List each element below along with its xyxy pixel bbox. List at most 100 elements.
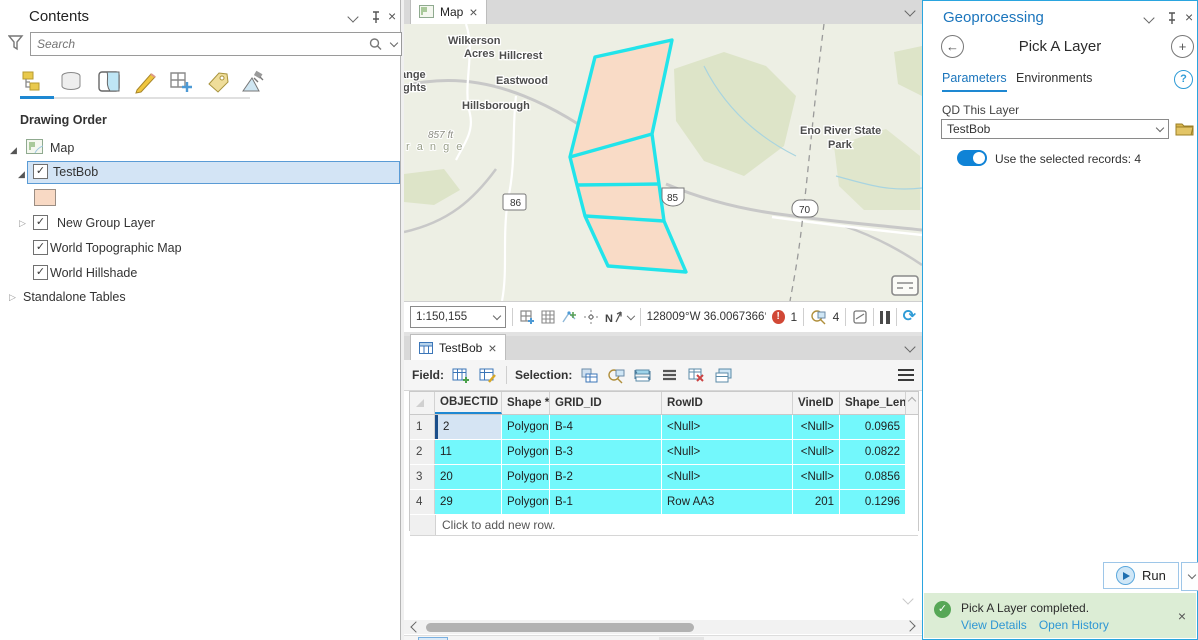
standalone-expander-icon[interactable]: ▷	[9, 293, 16, 302]
map-tab[interactable]: Map ×	[410, 0, 487, 24]
table-menu-icon[interactable]	[898, 369, 914, 381]
north-chevron-icon[interactable]	[627, 311, 635, 319]
col-header-vineid[interactable]: VineID	[793, 392, 840, 414]
open-history-link[interactable]: Open History	[1039, 618, 1109, 632]
select-all-icon[interactable]	[661, 367, 679, 384]
geo-close-icon[interactable]: ×	[1185, 10, 1193, 24]
clear-selection-icon[interactable]	[687, 367, 706, 384]
snap-crosshair-icon[interactable]	[583, 309, 598, 325]
list-by-selection-icon[interactable]	[96, 70, 122, 94]
testbob-table-tab[interactable]: TestBob ×	[410, 334, 506, 360]
map-tabstrip-chevron-icon[interactable]	[904, 5, 915, 16]
refresh-icon[interactable]: ⟳	[903, 309, 916, 325]
table-scroll-down-icon[interactable]	[902, 593, 913, 604]
north-arrow-icon[interactable]: N	[604, 309, 622, 326]
zoom-to-selection-icon[interactable]	[607, 367, 626, 384]
use-selected-toggle[interactable]	[957, 150, 987, 166]
tree-item-testbob-label[interactable]: TestBob	[53, 165, 98, 179]
hscroll-left-icon[interactable]	[410, 621, 421, 632]
table-tab-close-icon[interactable]: ×	[488, 341, 496, 355]
add-to-map-icon[interactable]	[168, 70, 196, 94]
tab-parameters[interactable]: Parameters	[942, 71, 1007, 92]
label-hillcrest: Hillcrest	[499, 50, 543, 62]
scale-combo[interactable]: 1:150,155	[410, 306, 506, 328]
table-row[interactable]: 1 2 Polygon B-4 <Null> <Null> 0.0965	[410, 415, 918, 440]
map-overflow-icon[interactable]	[892, 276, 918, 295]
search-options-chevron-icon[interactable]	[390, 38, 398, 46]
col-header-gridid[interactable]: GRID_ID	[550, 392, 662, 414]
map-expander-icon[interactable]: ◢	[10, 142, 17, 156]
group-checkbox[interactable]: ✓	[33, 215, 48, 230]
table-scroll-up-icon[interactable]	[908, 397, 916, 405]
select-by-attributes-icon[interactable]	[580, 367, 599, 384]
tab-environments[interactable]: Environments	[1016, 71, 1092, 90]
tree-item-hillshade-label[interactable]: World Hillshade	[50, 266, 137, 280]
pin-icon[interactable]	[369, 10, 383, 24]
sketch-icon[interactable]	[561, 309, 577, 325]
table-header-row: OBJECTID * Shape * GRID_ID RowID VineID …	[410, 392, 918, 415]
col-header-rowid[interactable]: RowID	[662, 392, 793, 414]
notification-close-icon[interactable]: ×	[1178, 609, 1186, 623]
view-details-link[interactable]: View Details	[961, 618, 1027, 632]
table-row[interactable]: 4 29 Polygon B-1 Row AA3 201 0.1296	[410, 490, 918, 515]
search-icon[interactable]	[368, 37, 383, 52]
map-tab-close-icon[interactable]: ×	[469, 5, 477, 19]
table-row[interactable]: 2 11 Polygon B-3 <Null> <Null> 0.0822	[410, 440, 918, 465]
selection-zoom-icon[interactable]	[810, 309, 826, 325]
contents-collapse-icon[interactable]	[347, 11, 358, 22]
testbob-checkbox[interactable]: ✓	[33, 164, 48, 179]
copy-rows-icon[interactable]	[714, 367, 733, 384]
select-tool-icon[interactable]	[852, 309, 867, 325]
grid-icon[interactable]	[540, 309, 555, 325]
layer-combo[interactable]: TestBob	[941, 119, 1169, 139]
drawing-order-heading: Drawing Order	[20, 113, 107, 127]
list-by-data-source-icon[interactable]	[58, 70, 84, 94]
col-header-shapeleng[interactable]: Shape_Leng	[840, 392, 906, 414]
filter-icon[interactable]	[8, 34, 24, 52]
testbob-symbol-swatch[interactable]	[34, 189, 56, 206]
switch-selection-icon[interactable]	[634, 367, 653, 384]
topo-checkbox[interactable]: ✓	[33, 240, 48, 255]
field-group-label: Field:	[412, 368, 444, 382]
geoprocessing-pane: Geoprocessing × ← Pick A Layer + Paramet…	[922, 0, 1198, 640]
list-by-editing-icon[interactable]	[133, 70, 159, 94]
tree-item-map[interactable]: Map	[50, 141, 74, 155]
geo-pin-icon[interactable]	[1165, 11, 1179, 25]
active-cell[interactable]: 2	[435, 415, 502, 439]
contents-close-icon[interactable]: ×	[388, 9, 396, 23]
table-row[interactable]: 3 20 Polygon B-2 <Null> <Null> 0.0856	[410, 465, 918, 490]
charts-icon[interactable]	[240, 70, 268, 94]
run-button[interactable]: Run	[1103, 562, 1179, 589]
add-row-hint[interactable]: Click to add new row.	[436, 515, 555, 535]
row-selector-header[interactable]	[410, 392, 435, 414]
calculate-field-icon[interactable]	[479, 367, 498, 384]
table-tabstrip-chevron-icon[interactable]	[904, 341, 915, 352]
geo-collapse-icon[interactable]	[1143, 12, 1154, 23]
add-tool-icon[interactable]: +	[1171, 35, 1194, 58]
col-header-objectid[interactable]: OBJECTID *	[435, 392, 502, 414]
table-hscrollbar[interactable]	[404, 620, 922, 634]
col-header-shape[interactable]: Shape *	[502, 392, 550, 414]
help-icon[interactable]: ?	[1174, 70, 1193, 89]
pause-drawing-icon[interactable]	[880, 311, 890, 324]
selected-features-count: 4	[833, 310, 840, 324]
list-by-drawing-order-icon[interactable]	[20, 70, 46, 94]
add-feature-icon[interactable]	[519, 309, 535, 325]
add-field-icon[interactable]	[452, 367, 471, 384]
labeling-icon[interactable]	[205, 70, 231, 94]
warning-icon[interactable]: !	[772, 310, 785, 324]
map-canvas[interactable]: Wilkerson Acres Hillcrest Eastwood Hills…	[404, 24, 922, 301]
hscroll-thumb[interactable]	[426, 623, 694, 632]
map-tab-label: Map	[440, 5, 463, 19]
tree-item-standalone-label[interactable]: Standalone Tables	[23, 290, 126, 304]
run-options-chevron-icon[interactable]	[1181, 562, 1198, 591]
search-input[interactable]	[35, 36, 368, 52]
group-expander-icon[interactable]: ▷	[19, 219, 26, 228]
hscroll-right-icon[interactable]	[904, 620, 915, 631]
hillshade-checkbox[interactable]: ✓	[33, 265, 48, 280]
tree-item-topo-label[interactable]: World Topographic Map	[50, 241, 182, 255]
testbob-expander-icon[interactable]: ◢	[18, 166, 25, 180]
add-new-row[interactable]: Click to add new row.	[410, 515, 918, 536]
browse-folder-icon[interactable]	[1175, 120, 1194, 136]
tree-item-group-label[interactable]: New Group Layer	[57, 216, 155, 230]
